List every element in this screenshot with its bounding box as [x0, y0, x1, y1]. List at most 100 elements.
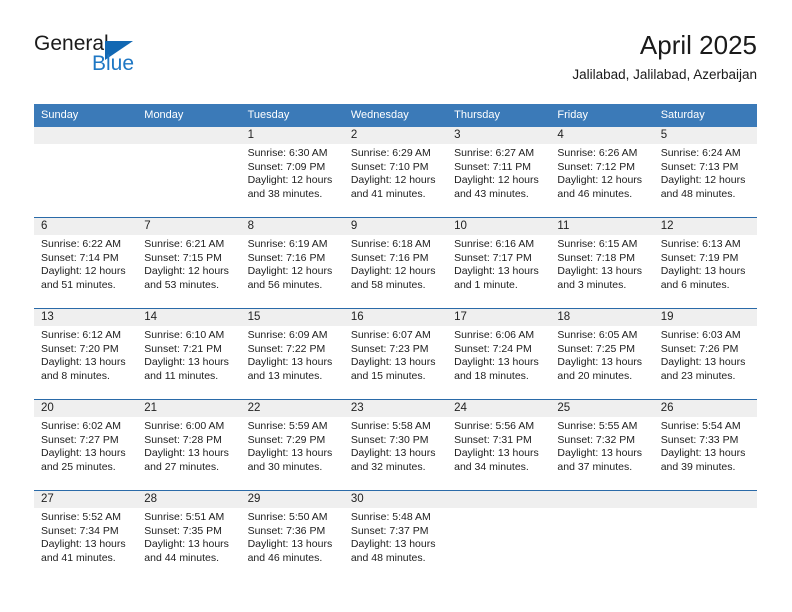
day-number: 28: [137, 491, 241, 508]
daylight-text-line2: and 48 minutes.: [350, 551, 426, 564]
calendar-day-cell[interactable]: 28 Sunrise: 5:51 AM Sunset: 7:35 PM Dayligh…: [137, 490, 241, 581]
daylight-text-line2: and 56 minutes.: [247, 278, 323, 291]
day-number: 24: [447, 400, 551, 417]
calendar-day-cell[interactable]: 6 Sunrise: 6:22 AM Sunset: 7:14 PM Daylight…: [34, 217, 138, 309]
calendar-day-cell[interactable]: 2 Sunrise: 6:29 AM Sunset: 7:10 PM Daylight…: [343, 127, 448, 218]
sunrise-text: Sunrise: 6:06 AM: [454, 329, 535, 341]
calendar-day-cell[interactable]: 7 Sunrise: 6:21 AM Sunset: 7:15 PM Daylight…: [137, 217, 241, 309]
day-details: Sunrise: 6:13 AM Sunset: 7:19 PM Daylight:…: [654, 235, 757, 292]
day-cell-inner: 13 Sunrise: 6:12 AM Sunset: 7:20 PM Dayligh…: [34, 309, 138, 399]
sunrise-text: Sunrise: 5:48 AM: [350, 511, 431, 523]
calendar-day-cell[interactable]: 5 Sunrise: 6:24 AM Sunset: 7:13 PM Daylight…: [653, 127, 757, 218]
day-details: Sunrise: 5:55 AM Sunset: 7:32 PM Daylight:…: [550, 417, 653, 474]
calendar-day-cell[interactable]: 20 Sunrise: 6:02 AM Sunset: 7:27 PM Dayligh…: [34, 399, 138, 491]
daylight-text-line2: and 23 minutes.: [660, 369, 736, 382]
day-number: 8: [240, 218, 344, 235]
daylight-text-line2: and 3 minutes.: [557, 278, 627, 291]
calendar-day-cell[interactable]: 29 Sunrise: 5:50 AM Sunset: 7:36 PM Dayligh…: [240, 490, 344, 581]
day-number: [34, 127, 138, 144]
weekday-header-friday: Friday: [550, 104, 654, 127]
daylight-text-line1: Daylight: 13 hours: [557, 265, 643, 278]
sunset-text: Sunset: 7:10 PM: [350, 160, 429, 173]
daylight-text-line2: and 20 minutes.: [557, 369, 633, 382]
page-subtitle: Jalilabad, Jalilabad, Azerbaijan: [572, 67, 757, 82]
day-cell-inner: 4 Sunrise: 6:26 AM Sunset: 7:12 PM Daylight…: [550, 127, 654, 217]
daylight-text-line2: and 25 minutes.: [41, 460, 116, 473]
day-number: 13: [34, 309, 138, 326]
day-details: Sunrise: 6:06 AM Sunset: 7:24 PM Daylight:…: [447, 326, 550, 383]
calendar-day-cell[interactable]: 12 Sunrise: 6:13 AM Sunset: 7:19 PM Dayligh…: [653, 217, 757, 309]
calendar-day-cell[interactable]: 26 Sunrise: 5:54 AM Sunset: 7:33 PM Dayligh…: [653, 399, 757, 491]
sunset-text: Sunset: 7:13 PM: [660, 160, 739, 173]
day-details: Sunrise: 5:58 AM Sunset: 7:30 PM Daylight:…: [344, 417, 447, 474]
daylight-text-line2: and 58 minutes.: [350, 278, 426, 291]
day-number: 12: [653, 218, 757, 235]
daylight-text-line2: and 39 minutes.: [660, 460, 736, 473]
calendar-day-cell[interactable]: 8 Sunrise: 6:19 AM Sunset: 7:16 PM Daylight…: [240, 217, 344, 309]
day-cell-inner: 7 Sunrise: 6:21 AM Sunset: 7:15 PM Daylight…: [137, 218, 241, 308]
calendar-day-cell[interactable]: 19 Sunrise: 6:03 AM Sunset: 7:26 PM Dayligh…: [653, 308, 757, 400]
calendar-day-cell[interactable]: 17 Sunrise: 6:06 AM Sunset: 7:24 PM Dayligh…: [447, 308, 551, 400]
calendar-day-cell[interactable]: 23 Sunrise: 5:58 AM Sunset: 7:30 PM Dayligh…: [343, 399, 448, 491]
day-number: [653, 491, 757, 508]
day-cell-inner: 11 Sunrise: 6:15 AM Sunset: 7:18 PM Dayligh…: [550, 218, 654, 308]
day-details: Sunrise: 6:26 AM Sunset: 7:12 PM Daylight:…: [550, 144, 653, 201]
calendar-day-cell[interactable]: 15 Sunrise: 6:09 AM Sunset: 7:22 PM Dayligh…: [240, 308, 344, 400]
calendar-day-cell[interactable]: 14 Sunrise: 6:10 AM Sunset: 7:21 PM Dayligh…: [137, 308, 241, 400]
day-number: 27: [34, 491, 138, 508]
calendar-day-cell[interactable]: 30 Sunrise: 5:48 AM Sunset: 7:37 PM Dayligh…: [343, 490, 448, 581]
calendar-day-cell[interactable]: 9 Sunrise: 6:18 AM Sunset: 7:16 PM Daylight…: [343, 217, 448, 309]
calendar-day-cell: [550, 490, 654, 581]
calendar-day-cell[interactable]: 16 Sunrise: 6:07 AM Sunset: 7:23 PM Dayligh…: [343, 308, 448, 400]
sunrise-text: Sunrise: 6:02 AM: [41, 420, 121, 432]
daylight-text-line1: Daylight: 13 hours: [41, 538, 126, 551]
calendar-day-cell[interactable]: 21 Sunrise: 6:00 AM Sunset: 7:28 PM Dayligh…: [137, 399, 241, 491]
calendar-day-cell[interactable]: 10 Sunrise: 6:16 AM Sunset: 7:17 PM Dayligh…: [447, 217, 551, 309]
calendar-day-cell[interactable]: 25 Sunrise: 5:55 AM Sunset: 7:32 PM Dayligh…: [550, 399, 654, 491]
sunset-text: Sunset: 7:25 PM: [557, 342, 636, 355]
daylight-text-line2: and 46 minutes.: [557, 187, 633, 200]
sunrise-text: Sunrise: 6:27 AM: [454, 147, 535, 159]
weekday-header-tuesday: Tuesday: [240, 104, 344, 127]
sunset-text: Sunset: 7:09 PM: [247, 160, 326, 173]
calendar-day-cell[interactable]: 11 Sunrise: 6:15 AM Sunset: 7:18 PM Dayligh…: [550, 217, 654, 309]
day-details: Sunrise: 6:22 AM Sunset: 7:14 PM Daylight:…: [34, 235, 137, 292]
sunrise-text: Sunrise: 5:50 AM: [247, 511, 328, 523]
day-number: 3: [447, 127, 551, 144]
daylight-text-line1: Daylight: 13 hours: [41, 356, 126, 369]
sunrise-text: Sunrise: 6:22 AM: [41, 238, 121, 250]
day-number: 5: [653, 127, 757, 144]
daylight-text-line1: Daylight: 12 hours: [660, 174, 746, 187]
weekday-header-sunday: Sunday: [34, 104, 138, 127]
daylight-text-line1: Daylight: 12 hours: [247, 265, 333, 278]
day-number: 15: [240, 309, 344, 326]
day-number: 21: [137, 400, 241, 417]
weekday-header-monday: Monday: [137, 104, 241, 127]
day-number: 16: [343, 309, 448, 326]
calendar-day-cell[interactable]: 27 Sunrise: 5:52 AM Sunset: 7:34 PM Dayligh…: [34, 490, 138, 581]
calendar-day-cell[interactable]: 4 Sunrise: 6:26 AM Sunset: 7:12 PM Daylight…: [550, 127, 654, 218]
calendar-day-cell[interactable]: 22 Sunrise: 5:59 AM Sunset: 7:29 PM Dayligh…: [240, 399, 344, 491]
sunrise-text: Sunrise: 6:05 AM: [557, 329, 638, 341]
calendar-body: 1 Sunrise: 6:30 AM Sunset: 7:09 PM Daylight…: [34, 127, 757, 581]
calendar-day-cell[interactable]: 13 Sunrise: 6:12 AM Sunset: 7:20 PM Dayligh…: [34, 308, 138, 400]
sunset-text: Sunset: 7:17 PM: [454, 251, 532, 264]
day-details: Sunrise: 6:09 AM Sunset: 7:22 PM Daylight:…: [241, 326, 344, 383]
day-number: 6: [34, 218, 138, 235]
daylight-text-line1: Daylight: 13 hours: [557, 356, 643, 369]
calendar-day-cell[interactable]: 18 Sunrise: 6:05 AM Sunset: 7:25 PM Dayligh…: [550, 308, 654, 400]
day-details: Sunrise: 5:51 AM Sunset: 7:35 PM Daylight:…: [137, 508, 240, 565]
calendar-day-cell[interactable]: 3 Sunrise: 6:27 AM Sunset: 7:11 PM Daylight…: [447, 127, 551, 218]
daylight-text-line2: and 53 minutes.: [144, 278, 219, 291]
calendar-day-cell[interactable]: 1 Sunrise: 6:30 AM Sunset: 7:09 PM Daylight…: [240, 127, 344, 218]
daylight-text-line2: and 18 minutes.: [454, 369, 529, 382]
sunrise-text: Sunrise: 5:55 AM: [557, 420, 638, 432]
daylight-text-line1: Daylight: 13 hours: [350, 356, 436, 369]
sunset-text: Sunset: 7:11 PM: [454, 160, 531, 173]
calendar-day-cell[interactable]: 24 Sunrise: 5:56 AM Sunset: 7:31 PM Dayligh…: [447, 399, 551, 491]
day-number: 25: [550, 400, 654, 417]
day-details: Sunrise: 6:19 AM Sunset: 7:16 PM Daylight:…: [241, 235, 344, 292]
sunset-text: Sunset: 7:16 PM: [350, 251, 429, 264]
day-cell-inner: 28 Sunrise: 5:51 AM Sunset: 7:35 PM Dayligh…: [137, 491, 241, 581]
daylight-text-line1: Daylight: 13 hours: [247, 538, 333, 551]
